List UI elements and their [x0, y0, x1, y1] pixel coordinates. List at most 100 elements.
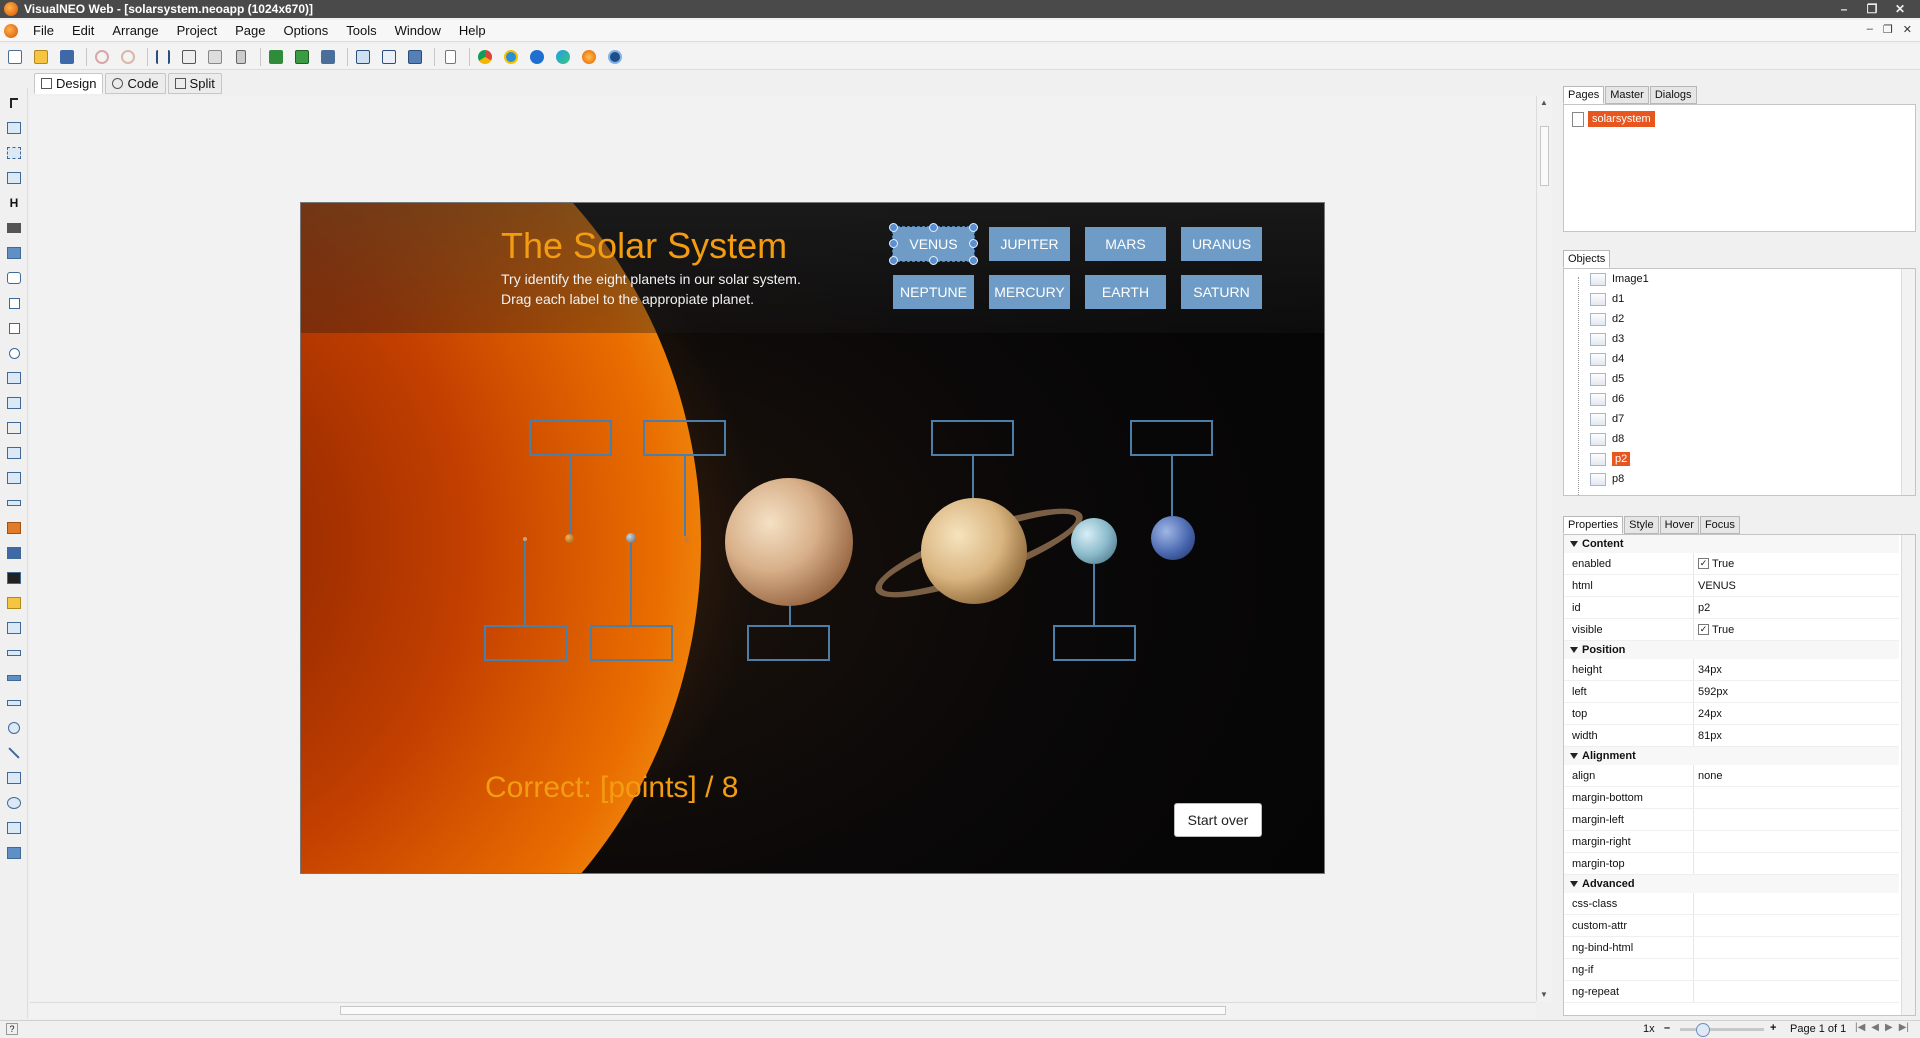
- chart-tool-icon[interactable]: [4, 818, 24, 838]
- delete-icon[interactable]: [230, 46, 252, 68]
- prop-align[interactable]: align none: [1564, 765, 1899, 787]
- media-tool-icon[interactable]: [4, 518, 24, 538]
- resize-handle[interactable]: [929, 256, 938, 265]
- prop-value[interactable]: [1693, 959, 1899, 980]
- drop-box-uranus[interactable]: [1053, 625, 1136, 661]
- folder-tool-icon[interactable]: [4, 593, 24, 613]
- drop-box-jupiter[interactable]: [747, 625, 830, 661]
- tab-focus[interactable]: Focus: [1699, 516, 1740, 534]
- resize-handle[interactable]: [889, 223, 898, 232]
- slider-tool-icon[interactable]: [4, 493, 24, 513]
- page-icon[interactable]: [352, 46, 374, 68]
- section-advanced[interactable]: Advanced: [1564, 875, 1899, 893]
- edge-new-icon[interactable]: [552, 46, 574, 68]
- label-mercury[interactable]: MERCURY: [989, 275, 1070, 309]
- checkbox-checked-icon[interactable]: ✓: [1698, 624, 1709, 635]
- prop-html[interactable]: html VENUS: [1564, 575, 1899, 597]
- prop-visible[interactable]: visible ✓ True: [1564, 619, 1899, 641]
- scroll-up-icon[interactable]: ▲: [1540, 98, 1548, 107]
- menu-tools[interactable]: Tools: [337, 23, 385, 38]
- rectangle-tool-icon[interactable]: [4, 143, 24, 163]
- drop-box-mercury[interactable]: [484, 625, 567, 661]
- prop-value[interactable]: 592px: [1693, 681, 1899, 702]
- prev-page-icon[interactable]: ◀: [1871, 1022, 1879, 1033]
- menu-project[interactable]: Project: [168, 23, 226, 38]
- image-tool-icon[interactable]: [4, 243, 24, 263]
- scroll-thumb[interactable]: [1540, 126, 1549, 186]
- drop-box-saturn[interactable]: [931, 420, 1014, 456]
- tab-code[interactable]: Code: [105, 73, 166, 94]
- section-content[interactable]: Content: [1564, 535, 1899, 553]
- object-p8[interactable]: p8: [1590, 471, 1624, 487]
- mdi-minimize-button[interactable]: –: [1867, 23, 1873, 36]
- prop-ng-repeat[interactable]: ng-repeat: [1564, 981, 1899, 1003]
- scroll-thumb[interactable]: [340, 1006, 1226, 1015]
- section-position[interactable]: Position: [1564, 641, 1899, 659]
- maximize-button[interactable]: ❐: [1858, 2, 1886, 16]
- checkbox-tool-icon[interactable]: [4, 293, 24, 313]
- object-d7[interactable]: d7: [1590, 411, 1624, 427]
- heading-tool-icon[interactable]: H: [4, 193, 24, 213]
- prop-enabled[interactable]: enabled ✓ True: [1564, 553, 1899, 575]
- object-d5[interactable]: d5: [1590, 371, 1624, 387]
- label-uranus[interactable]: URANUS: [1181, 227, 1262, 261]
- prop-margin-bottom[interactable]: margin-bottom: [1564, 787, 1899, 809]
- frame-tool-icon[interactable]: [4, 618, 24, 638]
- resize-handle[interactable]: [969, 239, 978, 248]
- menu-file[interactable]: File: [24, 23, 63, 38]
- select-box-tool-icon[interactable]: [4, 468, 24, 488]
- mdi-restore-button[interactable]: ❐: [1883, 23, 1893, 36]
- drop-box-neptune[interactable]: [1130, 420, 1213, 456]
- label-jupiter[interactable]: JUPITER: [989, 227, 1070, 261]
- tab-style[interactable]: Style: [1624, 516, 1659, 534]
- prop-value[interactable]: [1693, 937, 1899, 958]
- page-item-solarsystem[interactable]: solarsystem: [1572, 111, 1655, 127]
- last-page-icon[interactable]: ▶|: [1899, 1022, 1909, 1033]
- shape-ellipse-tool-icon[interactable]: [4, 793, 24, 813]
- prop-left[interactable]: left 592px: [1564, 681, 1899, 703]
- prop-margin-left[interactable]: margin-left: [1564, 809, 1899, 831]
- preview-icon[interactable]: [378, 46, 400, 68]
- prop-value[interactable]: none: [1693, 765, 1899, 786]
- section-alignment[interactable]: Alignment: [1564, 747, 1899, 765]
- ie-icon[interactable]: [500, 46, 522, 68]
- prop-value[interactable]: [1693, 831, 1899, 852]
- shape-rect-tool-icon[interactable]: [4, 768, 24, 788]
- zoom-in-button[interactable]: +: [1770, 1022, 1776, 1034]
- prop-value[interactable]: VENUS: [1693, 575, 1899, 596]
- prop-value[interactable]: [1693, 981, 1899, 1002]
- tab-design[interactable]: Design: [34, 73, 104, 94]
- design-surface[interactable]: The Solar System Try identify the eight …: [30, 96, 1552, 1001]
- drop-box-earth[interactable]: [590, 625, 673, 661]
- radio-tool-icon[interactable]: [4, 343, 24, 363]
- calendar-tool-icon[interactable]: [4, 543, 24, 563]
- menu-page[interactable]: Page: [226, 23, 274, 38]
- menu-edit[interactable]: Edit: [63, 23, 103, 38]
- resize-handle[interactable]: [969, 223, 978, 232]
- prop-id[interactable]: id p2: [1564, 597, 1899, 619]
- object-d3[interactable]: d3: [1590, 331, 1624, 347]
- table-tool-icon[interactable]: [4, 443, 24, 463]
- resize-handle[interactable]: [929, 223, 938, 232]
- textarea-tool-icon[interactable]: [4, 393, 24, 413]
- document-icon[interactable]: [4, 23, 18, 38]
- video-tool-icon[interactable]: [4, 843, 24, 863]
- object-d1[interactable]: d1: [1590, 291, 1624, 307]
- design-horizontal-scrollbar[interactable]: [30, 1002, 1536, 1018]
- list-tool-icon[interactable]: [4, 418, 24, 438]
- tab-properties[interactable]: Properties: [1563, 516, 1624, 534]
- tab-split[interactable]: Split: [167, 73, 222, 94]
- clock-tool-icon[interactable]: [4, 568, 24, 588]
- checkbox-checked-icon[interactable]: ✓: [1698, 558, 1709, 569]
- ungroup-icon[interactable]: [291, 46, 313, 68]
- edge-icon[interactable]: [526, 46, 548, 68]
- design-vertical-scrollbar[interactable]: ▲ ▼: [1536, 96, 1552, 1001]
- label-mars[interactable]: MARS: [1085, 227, 1166, 261]
- prop-value[interactable]: [1693, 787, 1899, 808]
- line-tool-icon[interactable]: [4, 743, 24, 763]
- prop-ng-bind-html[interactable]: ng-bind-html: [1564, 937, 1899, 959]
- help-icon[interactable]: ?: [6, 1023, 18, 1035]
- object-d6[interactable]: d6: [1590, 391, 1624, 407]
- prop-value[interactable]: [1693, 893, 1899, 914]
- panel-tool-icon[interactable]: [4, 168, 24, 188]
